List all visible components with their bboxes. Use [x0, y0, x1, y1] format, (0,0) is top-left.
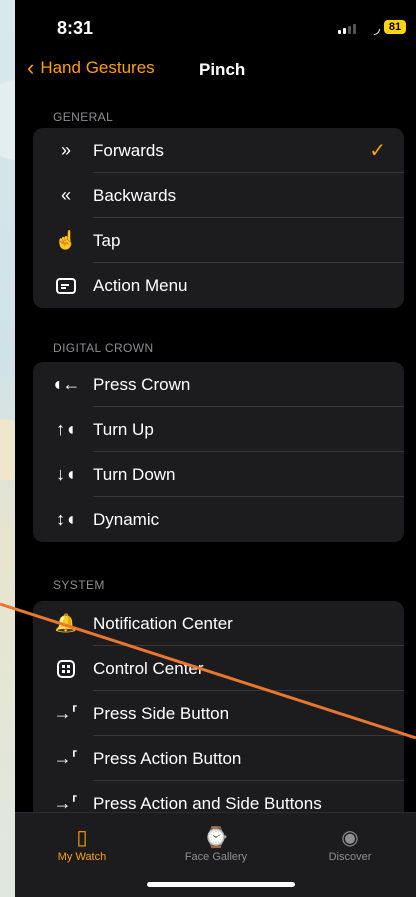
option-label: Notification Center: [93, 613, 233, 633]
option-forwards[interactable]: » Forwards ✓: [33, 128, 404, 173]
option-control-center[interactable]: Control Center: [33, 646, 404, 691]
section-label-digital-crown: DIGITAL CROWN: [53, 341, 154, 355]
press-side-button-icon: →⸢: [53, 703, 79, 723]
tab-my-watch[interactable]: ▯ My Watch: [27, 825, 137, 863]
option-label: Press Action Button: [93, 748, 242, 768]
back-button[interactable]: ‹ Hand Gestures: [27, 55, 155, 80]
option-label: Forwards: [93, 140, 164, 160]
dynamic-icon: ↕◖: [56, 509, 76, 529]
tab-discover[interactable]: ◉ Discover: [295, 825, 405, 863]
digital-crown-group: ◖← Press Crown ↑◖ Turn Up ↓◖ Turn Down ↕…: [33, 362, 404, 542]
section-label-general: GENERAL: [53, 110, 114, 124]
system-group: 🔔 Notification Center Control Center →⸢ …: [33, 601, 404, 826]
status-time: 8:31: [57, 18, 94, 38]
tab-label: Face Gallery: [184, 851, 248, 863]
option-turn-up[interactable]: ↑◖ Turn Up: [33, 407, 404, 452]
option-label: Press Action and Side Buttons: [93, 793, 322, 813]
tab-label: My Watch: [57, 851, 107, 863]
tab-bar: ▯ My Watch ⌚ Face Gallery ◉ Discover: [15, 812, 416, 897]
option-press-crown[interactable]: ◖← Press Crown: [33, 362, 404, 407]
tab-label: Discover: [328, 851, 372, 863]
action-menu-icon: [51, 277, 81, 294]
press-action-side-buttons-icon: →⸢: [53, 793, 79, 813]
option-label: Action Menu: [93, 275, 188, 295]
back-label: Hand Gestures: [40, 58, 155, 77]
option-label: Press Side Button: [93, 703, 230, 723]
section-label-system: SYSTEM: [53, 578, 105, 592]
option-label: Dynamic: [93, 509, 160, 529]
tab-face-gallery[interactable]: ⌚ Face Gallery: [161, 825, 271, 863]
chevrons-right-icon: »: [60, 140, 71, 160]
home-indicator: [147, 882, 295, 887]
option-press-action-button[interactable]: →⸢ Press Action Button: [33, 736, 404, 781]
option-action-menu[interactable]: Action Menu: [33, 263, 404, 308]
press-action-button-icon: →⸢: [53, 748, 79, 768]
option-label: Press Crown: [93, 374, 191, 394]
option-label: Turn Up: [93, 419, 154, 439]
option-dynamic[interactable]: ↕◖ Dynamic: [33, 497, 404, 542]
nav-bar: ‹ Hand Gestures Pinch: [15, 55, 416, 86]
turn-down-icon: ↓◖: [56, 464, 76, 484]
battery-icon: 81: [384, 20, 406, 34]
turn-up-icon: ↑◖: [56, 419, 76, 439]
face-gallery-icon: ⌚: [203, 827, 229, 849]
option-label: Turn Down: [93, 464, 176, 484]
option-label: Backwards: [93, 185, 177, 205]
notification-center-icon: 🔔: [54, 613, 78, 633]
wifi-icon: ◞: [373, 20, 380, 37]
option-notification-center[interactable]: 🔔 Notification Center: [33, 601, 404, 646]
chevron-left-icon: ‹: [27, 55, 35, 80]
option-backwards[interactable]: « Backwards: [33, 173, 404, 218]
checkmark-icon: ✓: [369, 140, 386, 162]
option-label: Tap: [93, 230, 121, 250]
signal-icon: [338, 24, 356, 34]
option-press-side-button[interactable]: →⸢ Press Side Button: [33, 691, 404, 736]
phone-screen: 8:31 ◞ 81 ‹ Hand Gestures Pinch GENERAL …: [15, 0, 416, 897]
chevrons-left-icon: «: [60, 185, 71, 205]
option-tap[interactable]: ☝ Tap: [33, 218, 404, 263]
option-label: Control Center: [93, 658, 204, 678]
option-turn-down[interactable]: ↓◖ Turn Down: [33, 452, 404, 497]
tap-hand-icon: ☝: [54, 230, 78, 250]
press-crown-icon: ◖←: [51, 374, 81, 394]
page-title: Pinch: [199, 60, 246, 79]
status-bar: 8:31 ◞ 81: [15, 0, 416, 60]
control-center-icon: [51, 659, 81, 678]
watch-icon: ▯: [76, 827, 88, 849]
general-group: » Forwards ✓ « Backwards ☝ Tap Action Me…: [33, 128, 404, 308]
compass-icon: ◉: [341, 827, 359, 849]
